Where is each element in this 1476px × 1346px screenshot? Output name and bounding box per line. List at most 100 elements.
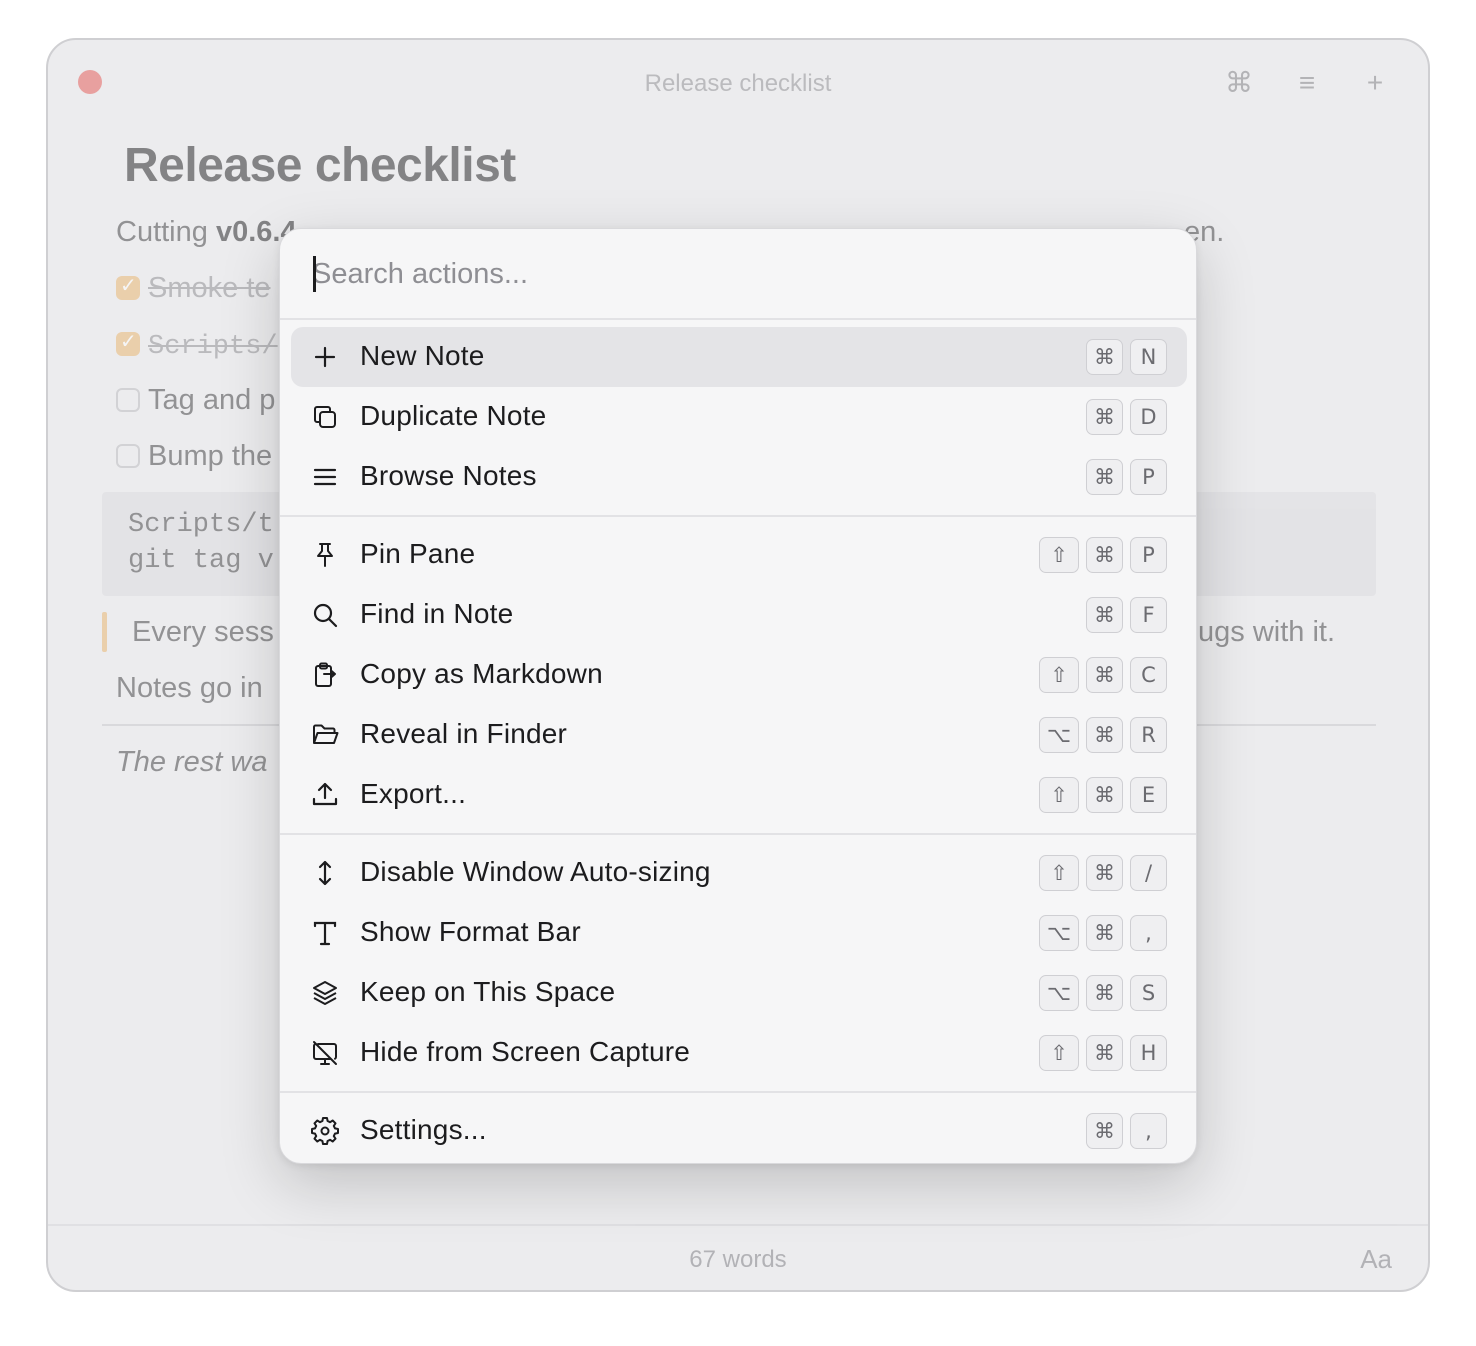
checklist-item: Tag and p [116, 384, 275, 417]
action-duplicate-note[interactable]: Duplicate Note ⌘ D [291, 387, 1187, 447]
key: H [1130, 1035, 1167, 1071]
action-export[interactable]: Export... ⇧ ⌘ E [291, 765, 1187, 825]
shortcut: ⇧ ⌘ P [1039, 537, 1167, 573]
menu-button[interactable]: ≡ [1288, 64, 1326, 102]
action-label: Duplicate Note [360, 400, 547, 431]
shortcut: ⌘ , [1086, 1113, 1167, 1149]
checklist-text: Tag and p [148, 384, 276, 416]
add-icon: + [1366, 67, 1384, 98]
action-label: Export... [360, 778, 467, 809]
key: E [1130, 777, 1167, 813]
command-palette-button[interactable]: ⌘ [1220, 64, 1258, 102]
action-settings[interactable]: Settings... ⌘ , [291, 1101, 1187, 1161]
key-command: ⌘ [1086, 657, 1123, 693]
key-command: ⌘ [1086, 717, 1123, 753]
action-find-in-note[interactable]: Find in Note ⌘ F [291, 585, 1187, 645]
command-icon: ⌘ [1225, 67, 1253, 98]
code-line: git tag v [128, 546, 274, 576]
action-keep-on-this-space[interactable]: Keep on This Space ⌥ ⌘ S [291, 963, 1187, 1023]
action-copy-as-markdown[interactable]: Copy as Markdown ⇧ ⌘ C [291, 645, 1187, 705]
action-label: Pin Pane [360, 538, 476, 569]
action-show-format-bar[interactable]: Show Format Bar ⌥ ⌘ , [291, 903, 1187, 963]
checkbox-unchecked[interactable] [116, 444, 140, 468]
divider [280, 318, 1196, 320]
key-shift: ⇧ [1039, 537, 1079, 573]
checklist-text: Bump the [148, 440, 273, 472]
divider [280, 515, 1196, 517]
key: / [1130, 855, 1167, 891]
action-label: Disable Window Auto-sizing [360, 856, 711, 887]
shortcut: ⌥ ⌘ S [1039, 975, 1167, 1011]
action-new-note[interactable]: New Note ⌘ N [291, 327, 1187, 387]
key-command: ⌘ [1086, 537, 1123, 573]
key-command: ⌘ [1086, 975, 1123, 1011]
key: F [1130, 597, 1167, 633]
action-label: Copy as Markdown [360, 658, 603, 689]
search-input[interactable] [312, 253, 1152, 295]
pin-icon [311, 541, 339, 569]
key-command: ⌘ [1086, 855, 1123, 891]
shortcut: ⌥ ⌘ R [1039, 717, 1167, 753]
action-label: Keep on This Space [360, 976, 616, 1007]
key-option: ⌥ [1039, 717, 1079, 753]
key-command: ⌘ [1086, 1113, 1123, 1149]
gear-icon [311, 1117, 339, 1145]
action-label: Hide from Screen Capture [360, 1036, 691, 1067]
key-command: ⌘ [1086, 1035, 1123, 1071]
key: , [1130, 915, 1167, 951]
shortcut: ⌘ N [1086, 339, 1167, 375]
resize-vertical-icon [311, 859, 339, 887]
clipboard-icon [311, 661, 339, 689]
shortcut: ⇧ ⌘ / [1039, 855, 1167, 891]
menu-icon: ≡ [1298, 67, 1316, 98]
key-command: ⌘ [1086, 459, 1123, 495]
key: P [1130, 459, 1167, 495]
folder-icon [311, 721, 339, 749]
shortcut: ⌘ D [1086, 399, 1167, 435]
divider [280, 1091, 1196, 1093]
action-label: Browse Notes [360, 460, 537, 491]
action-disable-window-auto-sizing[interactable]: Disable Window Auto-sizing ⇧ ⌘ / [291, 843, 1187, 903]
duplicate-icon [311, 403, 339, 431]
blockquote-bar [102, 612, 107, 652]
action-browse-notes[interactable]: Browse Notes ⌘ P [291, 447, 1187, 507]
text-caret [313, 256, 316, 292]
code-line: Scripts/t [128, 510, 274, 540]
action-hide-from-screen-capture[interactable]: Hide from Screen Capture ⇧ ⌘ H [291, 1023, 1187, 1083]
checklist-text: Scripts/ [148, 332, 278, 362]
key: R [1130, 717, 1167, 753]
key-command: ⌘ [1086, 597, 1123, 633]
note-heading: Release checklist [124, 139, 516, 192]
blockquote-end: ugs with it. [1198, 616, 1335, 648]
action-pin-pane[interactable]: Pin Pane ⇧ ⌘ P [291, 525, 1187, 585]
action-label: Find in Note [360, 598, 514, 629]
list-icon [311, 463, 339, 491]
note-italic-text: The rest wa [116, 746, 268, 778]
key: S [1130, 975, 1167, 1011]
action-label: Reveal in Finder [360, 718, 568, 749]
new-note-button[interactable]: + [1356, 64, 1394, 102]
checkbox-checked[interactable] [116, 329, 140, 356]
key: D [1130, 399, 1167, 435]
text-format-icon [311, 919, 339, 947]
checklist-text: Smoke te [148, 272, 271, 304]
note-paragraph: Notes go in [116, 672, 263, 704]
key-option: ⌥ [1039, 975, 1079, 1011]
footer-divider [48, 1224, 1428, 1226]
word-count: 67 words [689, 1246, 787, 1273]
key-shift: ⇧ [1039, 777, 1079, 813]
action-reveal-in-finder[interactable]: Reveal in Finder ⌥ ⌘ R [291, 705, 1187, 765]
blockquote-start: Every sess [132, 616, 274, 648]
key-shift: ⇧ [1039, 1035, 1079, 1071]
checklist-item: Smoke te [116, 272, 271, 305]
command-palette: New Note ⌘ N Duplicate Note ⌘ D Browse N… [279, 228, 1197, 1164]
shortcut: ⌥ ⌘ , [1039, 915, 1167, 951]
checkbox-checked[interactable] [116, 273, 140, 300]
shortcut: ⇧ ⌘ H [1039, 1035, 1167, 1071]
shortcut: ⇧ ⌘ C [1039, 657, 1167, 693]
checkbox-unchecked[interactable] [116, 388, 140, 412]
key-command: ⌘ [1086, 915, 1123, 951]
layers-icon [311, 979, 339, 1007]
font-settings-button[interactable]: Aa [1360, 1244, 1392, 1275]
intro-prefix: Cutting [116, 216, 216, 248]
